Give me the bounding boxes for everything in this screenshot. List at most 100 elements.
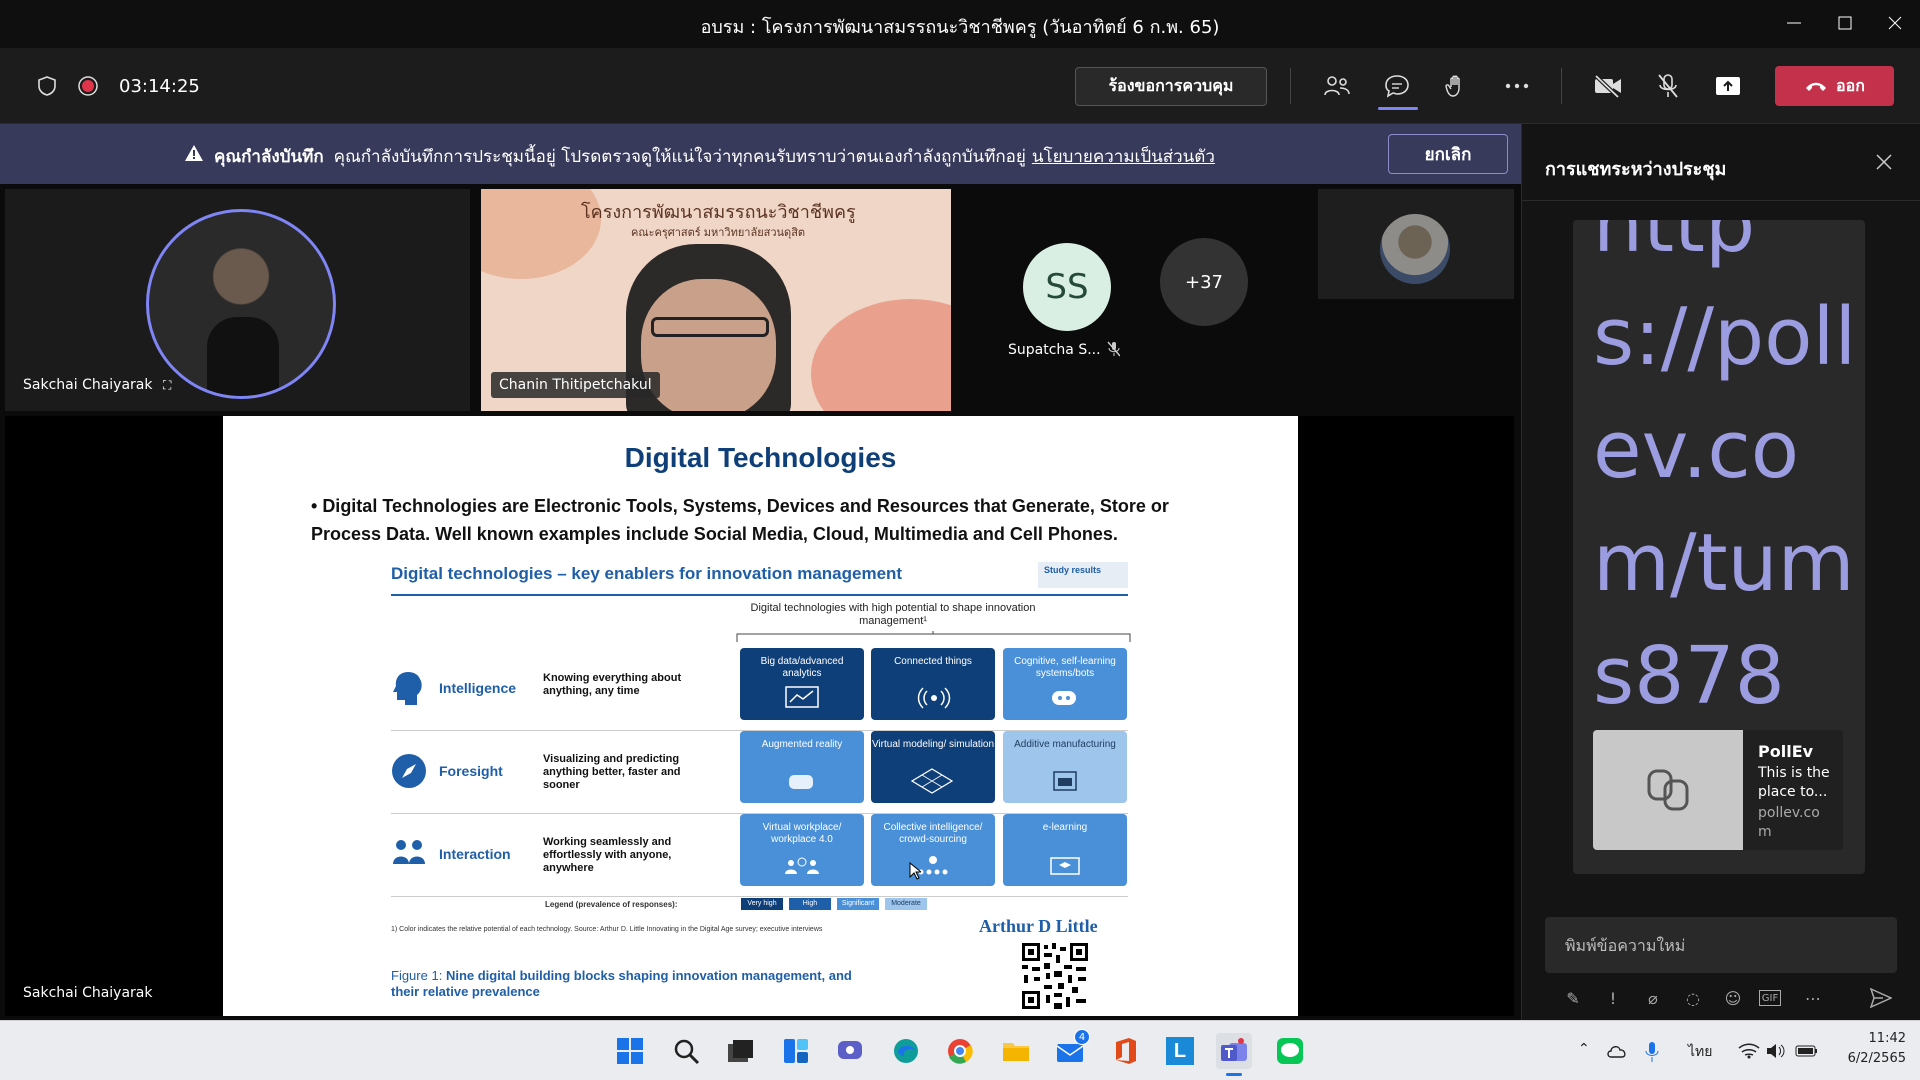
task-view-icon[interactable]: [722, 1033, 758, 1069]
more-participants-button[interactable]: +37: [1160, 238, 1248, 326]
l-app-icon[interactable]: L: [1162, 1033, 1198, 1069]
request-control-button[interactable]: ร้องขอการควบคุม: [1075, 67, 1267, 106]
chat-icon[interactable]: [1377, 66, 1417, 106]
divider: [1521, 124, 1522, 1020]
message-input[interactable]: พิมพ์ข้อความใหม่: [1545, 917, 1897, 973]
start-icon[interactable]: [612, 1033, 648, 1069]
figure-title: Digital technologies – key enablers for …: [391, 564, 903, 583]
widgets-icon[interactable]: [778, 1033, 814, 1069]
clock-time[interactable]: 11:42: [1836, 1031, 1906, 1046]
study-results-badge: Study results: [1038, 562, 1128, 588]
preview-domain: pollev.com: [1758, 805, 1820, 840]
send-icon[interactable]: [1870, 988, 1892, 1008]
search-icon[interactable]: [668, 1033, 704, 1069]
important-icon[interactable]: !: [1599, 984, 1627, 1012]
tech-cell: Cognitive, self-learning systems/bots: [1003, 648, 1127, 720]
vr-headset-icon: [789, 775, 813, 789]
figure-caption: Figure 1: Nine digital building blocks s…: [391, 968, 852, 999]
link-preview-card[interactable]: PollEv This is the place to... pollev.co…: [1593, 730, 1843, 850]
cloud-icon[interactable]: [1606, 1043, 1628, 1059]
row-name: Interaction: [439, 846, 511, 862]
participant-tile[interactable]: SS Supatcha S...: [965, 189, 1120, 411]
battery-icon[interactable]: [1795, 1043, 1819, 1059]
preview-description: This is the place to...: [1758, 765, 1830, 800]
clock-date[interactable]: 6/2/2565: [1826, 1051, 1906, 1066]
meeting-timer: 03:14:25: [119, 76, 200, 97]
chrome-icon[interactable]: [942, 1033, 978, 1069]
format-icon[interactable]: ✎: [1559, 984, 1587, 1012]
mail-badge: 4: [1074, 1029, 1090, 1045]
microphone-icon[interactable]: [1645, 1041, 1659, 1063]
emoji-icon[interactable]: ☺: [1719, 984, 1747, 1012]
attach-icon[interactable]: ⌀: [1639, 984, 1667, 1012]
wifi-icon[interactable]: [1738, 1043, 1760, 1059]
active-app-indicator: [1226, 1073, 1242, 1076]
privacy-policy-link[interactable]: นโยบายความเป็นส่วนตัว: [1032, 147, 1215, 167]
speaker-icon[interactable]: [1766, 1043, 1786, 1059]
row-desc: Working seamlessly and effortlessly with…: [543, 836, 672, 874]
divider: [1521, 200, 1920, 201]
bracket: [736, 631, 1131, 642]
maximize-button[interactable]: [1825, 8, 1865, 38]
video-banner-line2: คณะครุศาสตร์ มหาวิทยาลัยสวนดุสิต: [631, 227, 806, 239]
row-desc: Knowing everything about anything, any t…: [543, 672, 682, 697]
close-window-button[interactable]: [1875, 8, 1915, 38]
chat-link[interactable]: https://pollev.com/tums878: [1593, 220, 1863, 733]
participant-name: Supatcha S...: [1008, 342, 1101, 358]
line-icon[interactable]: [1272, 1033, 1308, 1069]
chevron-up-icon[interactable]: ⌃: [1578, 1041, 1590, 1057]
close-icon[interactable]: [1876, 154, 1892, 170]
meeting-stage: Sakchai Chaiyarak ⛶ โครงการพัฒนาสมรรถนะว…: [0, 184, 1521, 1020]
edge-icon[interactable]: [888, 1033, 924, 1069]
participant-name: Chanin Thitipetchakul: [491, 372, 660, 398]
more-options-icon[interactable]: ⋯: [1799, 984, 1827, 1012]
printer-icon: [1053, 771, 1077, 791]
loop-icon[interactable]: ◌: [1679, 984, 1707, 1012]
slide-bullet: • Digital Technologies are Electronic To…: [311, 496, 1169, 544]
footnote: 1) Color indicates the relative potentia…: [391, 926, 823, 933]
more-options-icon[interactable]: [1497, 66, 1537, 106]
chat-app-icon[interactable]: [832, 1033, 868, 1069]
gif-icon[interactable]: GIF: [1759, 990, 1781, 1006]
row-name: Foresight: [439, 763, 503, 779]
monitor-chart-icon: [785, 686, 819, 708]
shield-icon[interactable]: [27, 66, 67, 106]
legend-moderate: Moderate: [885, 898, 927, 910]
wireframe-icon: [911, 768, 953, 794]
mouse-cursor-icon: [909, 862, 921, 880]
slide-title: Digital Technologies: [624, 442, 897, 473]
compass-icon: [392, 754, 426, 788]
office-icon[interactable]: [1108, 1033, 1144, 1069]
people-icon[interactable]: [1317, 66, 1357, 106]
minimize-button[interactable]: [1774, 8, 1814, 38]
virtual-workplace-icon: [785, 857, 819, 874]
legend-label: Legend (prevalence of responses):: [545, 900, 678, 909]
broadcast-icon: [917, 687, 951, 709]
banner-title: คุณกำลังบันทึก: [214, 147, 324, 167]
presenter-name: Sakchai Chaiyarak: [23, 985, 153, 1001]
legend-high: High: [789, 898, 831, 910]
share-screen-icon[interactable]: [1708, 66, 1748, 106]
figure-rule: [391, 594, 1128, 596]
camera-off-icon[interactable]: [1588, 66, 1628, 106]
person-glasses: [651, 317, 769, 337]
raise-hand-icon[interactable]: [1437, 66, 1477, 106]
file-explorer-icon[interactable]: [998, 1033, 1034, 1069]
mic-off-icon[interactable]: [1648, 66, 1688, 106]
recording-banner: คุณกำลังบันทึก คุณกำลังบันทึกการประชุมนี้…: [0, 124, 1521, 184]
cancel-recording-notice-button[interactable]: ยกเลิก: [1388, 134, 1508, 174]
head-icon: [393, 672, 422, 705]
participant-tile[interactable]: โครงการพัฒนาสมรรถนะวิชาชีพครู คณะครุศาสต…: [481, 189, 951, 411]
window-title: อบรม : โครงการพัฒนาสมรรถนะวิชาชีพครู (วั…: [700, 17, 1220, 38]
leave-button[interactable]: ออก: [1775, 66, 1894, 106]
mail-icon[interactable]: 4: [1052, 1029, 1090, 1069]
video-background-shape: [811, 299, 951, 411]
language-indicator[interactable]: ไทย: [1688, 1041, 1712, 1063]
participant-tile[interactable]: Sakchai Chaiyarak ⛶: [5, 189, 470, 411]
participant-tile[interactable]: [1318, 189, 1514, 299]
avatar: [1380, 214, 1450, 284]
qr-code: [1020, 941, 1090, 1011]
shared-screen: Digital Technologies • Digital Technolog…: [5, 416, 1514, 1016]
recording-icon: [68, 66, 108, 106]
teams-icon[interactable]: [1216, 1033, 1252, 1069]
